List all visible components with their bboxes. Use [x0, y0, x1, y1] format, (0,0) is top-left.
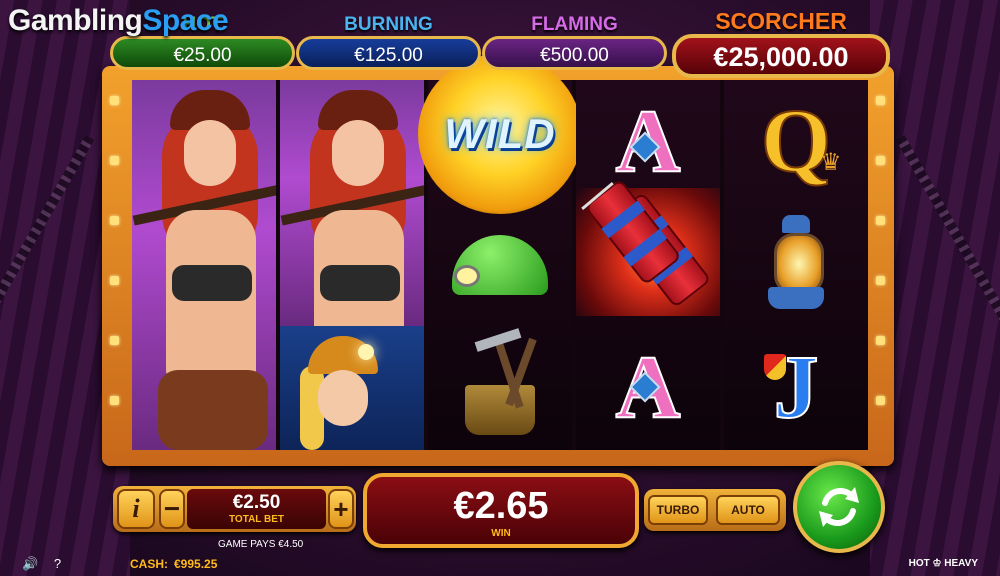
- cash-label: CASH:: [130, 557, 168, 571]
- reel-frame: WILD A A: [102, 54, 894, 466]
- autoplay-button[interactable]: AUTO: [716, 495, 780, 525]
- blonde-miner-symbol: [280, 326, 424, 450]
- spin-button[interactable]: [793, 461, 885, 553]
- jackpot-value: €25,000.00: [672, 34, 890, 78]
- total-bet-label: TOTAL BET: [229, 514, 284, 525]
- sound-icon[interactable]: 🔊: [22, 556, 38, 571]
- reel-1: [132, 80, 276, 450]
- jackpot-burning: BURNING €125.00: [296, 14, 481, 76]
- speed-panel: TURBO AUTO: [644, 489, 786, 531]
- game-pays-text: GAME PAYS €4.50: [218, 539, 304, 550]
- bet-panel: i − €2.50 TOTAL BET +: [113, 486, 356, 532]
- dynamite-symbol: [576, 178, 720, 316]
- cash-value: €995.25: [174, 557, 218, 571]
- info-button[interactable]: i: [117, 489, 155, 529]
- wild-label: WILD: [444, 110, 556, 157]
- cash-display: CASH: €995.25: [130, 557, 217, 571]
- game-name: HOT ♔ HEAVY: [908, 558, 978, 569]
- jackpot-value: €500.00: [482, 36, 667, 70]
- jackpot-value: €25.00: [110, 36, 295, 70]
- brand-logo: GamblingSpace: [8, 4, 229, 37]
- total-bet-display: €2.50 TOTAL BET: [187, 489, 326, 529]
- tool-bucket-icon: [465, 327, 537, 435]
- jackpot-name: BURNING: [344, 14, 433, 35]
- lantern-icon: [764, 214, 828, 315]
- letter-q-symbol: Q: [760, 91, 832, 192]
- redhead-miner-symbol: [280, 80, 424, 390]
- total-bet-value: €2.50: [232, 492, 281, 513]
- hardhat-icon: [452, 234, 548, 295]
- crown-icon: ♛: [820, 149, 842, 176]
- reels-grid: WILD A A: [132, 54, 868, 450]
- win-label: WIN: [491, 528, 511, 539]
- jackpot-name: SCORCHER: [715, 8, 847, 34]
- letter-j-symbol: J: [773, 337, 820, 438]
- jackpot-flaming: FLAMING €500.00: [482, 14, 667, 76]
- spin-arrows-icon: [819, 487, 859, 527]
- reel-3: WILD: [418, 54, 582, 450]
- jackpot-name: FLAMING: [531, 14, 618, 35]
- increase-bet-button[interactable]: +: [328, 489, 354, 529]
- jackpot-value: €125.00: [296, 36, 481, 70]
- help-button[interactable]: ?: [54, 556, 61, 571]
- reel-2: [280, 80, 424, 450]
- footer-left: 🔊 ?: [22, 556, 61, 572]
- frame-lights-left: [106, 66, 124, 466]
- shield-icon: [764, 354, 786, 380]
- win-value: €2.65: [453, 485, 549, 527]
- decrease-bet-button[interactable]: −: [159, 489, 185, 529]
- frame-lights-right: [872, 66, 890, 466]
- jackpot-scorcher: SCORCHER €25,000.00: [672, 8, 890, 80]
- reel-4: A A: [576, 80, 720, 450]
- win-display: €2.65 WIN: [363, 473, 639, 548]
- redhead-miner-symbol: [132, 80, 276, 450]
- reel-5: Q ♛ J: [724, 80, 868, 450]
- turbo-button[interactable]: TURBO: [648, 495, 708, 525]
- wild-gold-nugget-symbol: WILD: [418, 54, 582, 214]
